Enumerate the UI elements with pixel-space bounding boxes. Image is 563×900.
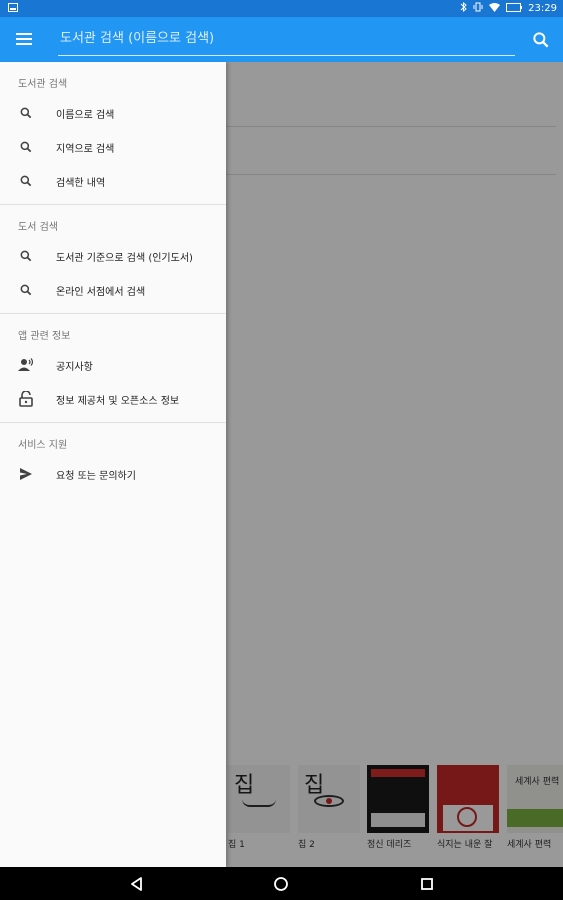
person-announce-icon [18, 357, 34, 373]
section-title-app-info: 앱 관련 정보 [18, 331, 71, 342]
battery-icon [506, 2, 523, 15]
search-icon [18, 282, 34, 298]
drawer-item-request-inquiry[interactable]: 요청 또는 문의하기 [0, 457, 226, 491]
drawer-item-label: 검색한 내역 [56, 177, 106, 189]
clock: 23:29 [528, 3, 557, 14]
drawer-item-search-history[interactable]: 검색한 내역 [0, 164, 226, 198]
lock-open-icon [18, 391, 34, 407]
search-icon [18, 173, 34, 189]
home-icon[interactable] [272, 875, 290, 893]
drawer-item-search-by-region[interactable]: 지역으로 검색 [0, 130, 226, 164]
send-icon [18, 466, 34, 482]
search-icon [18, 139, 34, 155]
drawer-item-label: 도서관 기준으로 검색 (인기도서) [56, 252, 193, 264]
wifi-icon [489, 2, 501, 15]
section-title-book-search: 도서 검색 [18, 222, 58, 233]
drawer-item-search-by-name[interactable]: 이름으로 검색 [0, 96, 226, 130]
navigation-drawer: 도서관 검색 이름으로 검색 지역으로 검색 검색한 내역 도서 검색 도서관 … [0, 62, 226, 867]
vibrate-icon [473, 2, 483, 15]
library-search-box [58, 21, 519, 56]
search-icon[interactable] [531, 30, 551, 50]
menu-icon[interactable] [14, 30, 34, 50]
drawer-item-label: 온라인 서점에서 검색 [56, 286, 146, 298]
notification-icon [8, 2, 18, 15]
drawer-item-label: 공지사항 [56, 361, 93, 373]
section-title-library-search: 도서관 검색 [18, 79, 68, 90]
drawer-item-open-source[interactable]: 정보 제공처 및 오픈소스 정보 [0, 382, 226, 416]
search-icon [18, 248, 34, 264]
drawer-item-popular-books[interactable]: 도서관 기준으로 검색 (인기도서) [0, 239, 226, 273]
status-bar: 23:29 [0, 0, 563, 17]
app-bar [0, 17, 563, 62]
section-title-service-support: 서비스 지원 [18, 440, 68, 451]
drawer-item-label: 정보 제공처 및 오픈소스 정보 [56, 395, 180, 407]
drawer-item-label: 요청 또는 문의하기 [56, 470, 136, 482]
back-icon[interactable] [128, 875, 146, 893]
search-icon [18, 105, 34, 121]
library-search-input[interactable] [58, 21, 519, 55]
recents-icon[interactable] [418, 875, 436, 893]
system-nav-bar [0, 867, 563, 900]
bluetooth-icon [460, 1, 467, 15]
drawer-item-online-bookstore[interactable]: 온라인 서점에서 검색 [0, 273, 226, 307]
drawer-item-label: 지역으로 검색 [56, 143, 115, 155]
drawer-item-notices[interactable]: 공지사항 [0, 348, 226, 382]
drawer-item-label: 이름으로 검색 [56, 109, 115, 121]
